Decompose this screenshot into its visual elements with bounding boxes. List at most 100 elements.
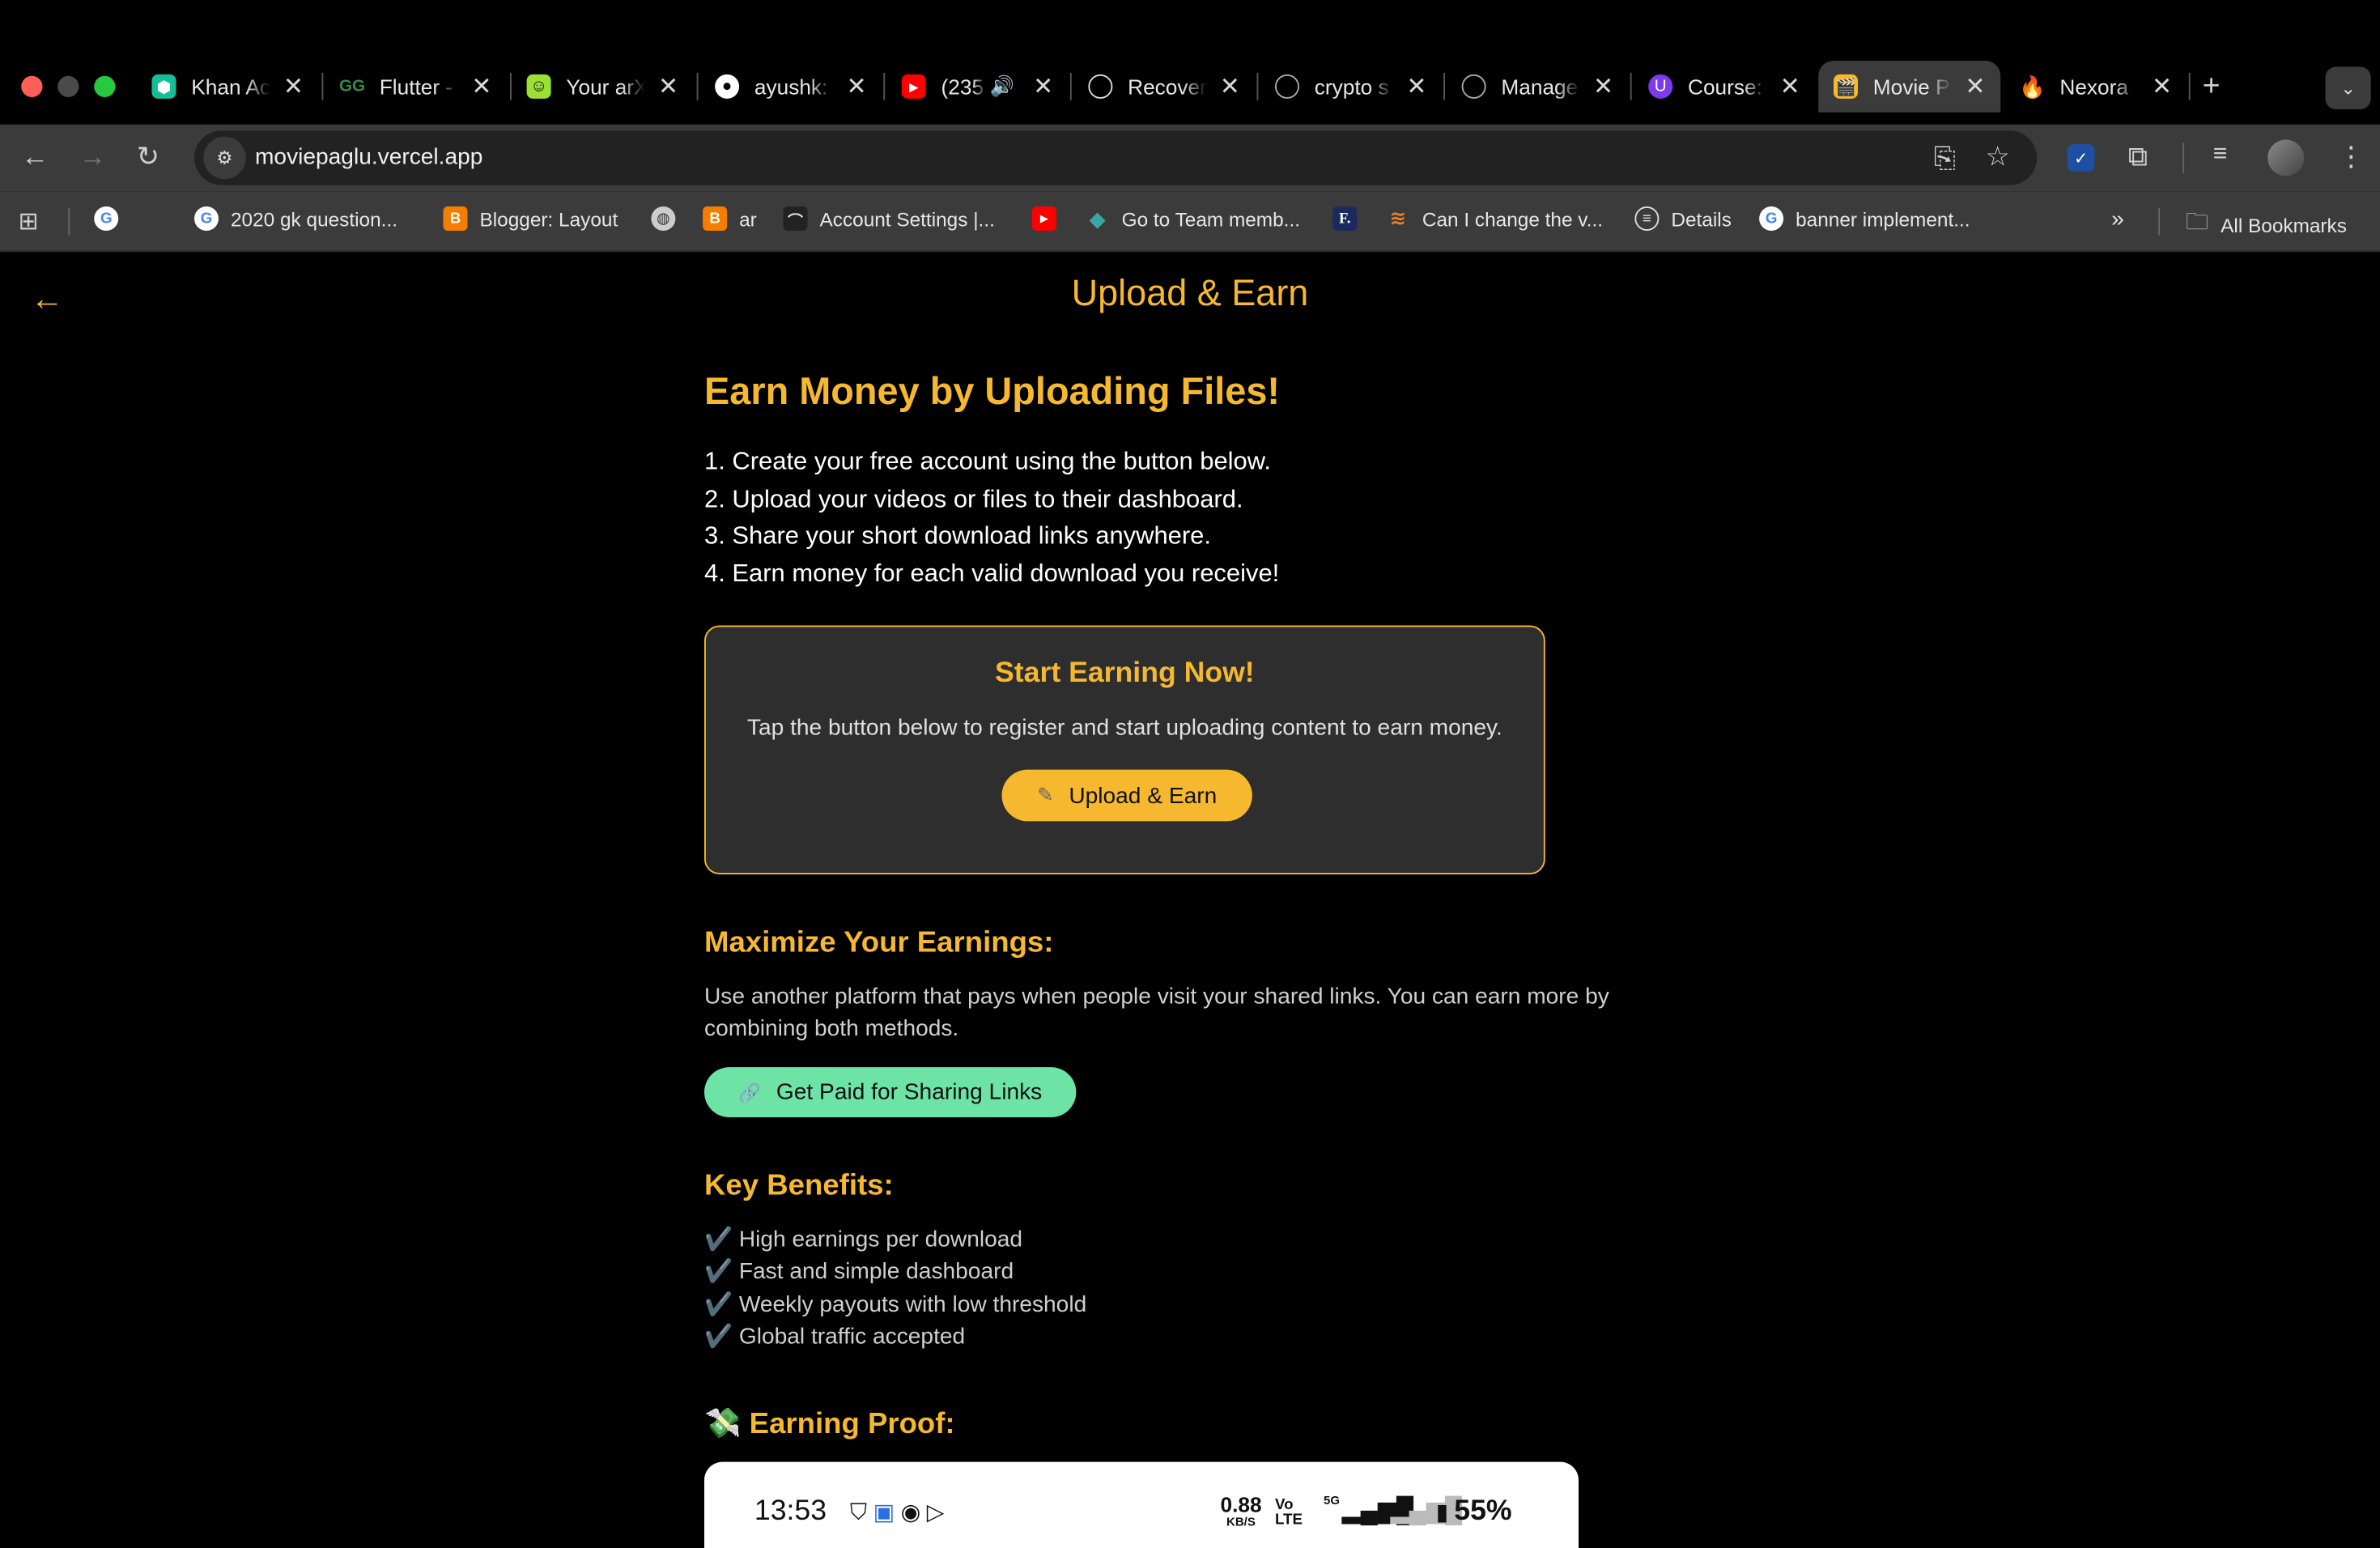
battery-icon: ▮ (1435, 1499, 1449, 1526)
close-icon[interactable]: ✕ (658, 71, 678, 102)
close-icon[interactable]: ✕ (1406, 71, 1426, 102)
bookmark-label: banner implement... (1796, 206, 1970, 231)
get-paid-links-button[interactable]: 🔗 Get Paid for Sharing Links (704, 1067, 1077, 1117)
close-icon[interactable]: ✕ (2152, 71, 2172, 102)
site-info-icon[interactable]: ⚙ (203, 136, 246, 180)
close-icon[interactable]: ✕ (846, 71, 866, 102)
bookmark-star-icon[interactable]: ☆ (1986, 142, 2010, 170)
battery-percent: 55% (1454, 1495, 1512, 1528)
maximize-window-button[interactable] (94, 75, 116, 97)
bookmark-item[interactable]: ▶ (1032, 206, 1069, 231)
diamond-icon: ◆ (1089, 206, 1106, 231)
upload-earn-label: Upload & Earn (1069, 782, 1218, 809)
status-speed-unit: KB/S (1226, 1515, 1256, 1529)
tab-5[interactable]: Recover ✕ (1088, 61, 1255, 113)
reload-icon[interactable]: ↻ (137, 142, 159, 170)
get-paid-links-label: Get Paid for Sharing Links (776, 1079, 1043, 1105)
youtube-icon: ▶ (1032, 206, 1056, 231)
close-icon[interactable]: ✕ (1780, 71, 1800, 102)
forward-icon[interactable]: → (79, 142, 107, 170)
status-network: Vo LTE (1275, 1496, 1303, 1529)
tab-2[interactable]: ☺ Your arX ✕ (526, 61, 694, 113)
play-store-icon: ▷ (926, 1499, 950, 1526)
maximize-description: Use another platform that pays when peop… (704, 984, 1609, 1042)
tab-separator (1630, 73, 1632, 100)
bookmark-label: 2020 gk question... (231, 206, 397, 231)
bookmark-divider (2158, 207, 2161, 236)
tab-8[interactable]: U Course: ✕ (1648, 61, 1815, 113)
tab-strip: ⬢ Khan Ac ✕ GG Flutter - ✕ ☺ Your arX ✕ … (0, 0, 2380, 125)
install-app-icon[interactable]: ⎘ (1934, 144, 1956, 172)
tab-3[interactable]: ● ayushk: ✕ (715, 61, 882, 113)
bookmark-item[interactable]: ◍ (651, 206, 687, 231)
tab-title: Course: (1688, 74, 1762, 99)
avatar[interactable] (2267, 139, 2305, 176)
all-bookmarks-button[interactable]: 🗀 All Bookmarks (2186, 206, 2347, 245)
start-earning-card: Start Earning Now! Tap the button below … (704, 625, 1545, 874)
bookmark-divider (68, 207, 70, 236)
close-icon[interactable]: ✕ (471, 71, 491, 102)
bookmark-item[interactable]: ≡ Details (1634, 206, 1732, 231)
speaker-icon[interactable]: 🔊 (990, 74, 1014, 99)
url-text[interactable]: moviepaglu.vercel.app (255, 144, 482, 170)
openai-icon (1461, 74, 1486, 99)
tab-7[interactable]: Manage ✕ (1461, 61, 1629, 113)
bookmark-item[interactable]: ⌒ Account Settings |... (783, 206, 995, 231)
tab-title: Your arX (566, 74, 645, 99)
bookmark-item[interactable]: G banner implement... (1759, 206, 1970, 231)
tab-active[interactable]: 🎬 Movie P ✕ (1818, 61, 2001, 113)
minimize-window-button[interactable] (57, 75, 79, 97)
address-bar[interactable]: ⚙ moviepaglu.vercel.app ⎘ ☆ (194, 130, 2038, 185)
tab-title: Recover (1128, 74, 1207, 99)
media-controls-icon[interactable]: ≡ (2213, 142, 2228, 167)
f-logo-icon: F. (1332, 206, 1358, 231)
bookmark-item[interactable]: B ar (703, 206, 757, 231)
more-bookmarks-button[interactable]: » (2111, 206, 2124, 232)
bookmark-item[interactable]: B Blogger: Layout (443, 206, 618, 231)
close-icon[interactable]: ✕ (1593, 71, 1613, 102)
bookmark-item[interactable]: ◆ Go to Team memb... (1086, 206, 1300, 231)
close-icon[interactable]: ✕ (1220, 71, 1240, 102)
pencil-icon: ✎ (1037, 783, 1054, 806)
chevron-double-right-icon: » (2111, 206, 2124, 232)
bookmark-item[interactable]: ≋ Can I change the v... (1386, 206, 1603, 231)
card-description: Tap the button below to register and sta… (746, 715, 1502, 741)
course-icon: U (1648, 74, 1673, 99)
step-item: 3. Share your short download links anywh… (704, 522, 1211, 550)
steps-list: 1. Create your free account using the bu… (704, 444, 1646, 593)
back-icon[interactable]: ← (21, 142, 49, 170)
tab-1[interactable]: GG Flutter - ✕ (339, 61, 507, 113)
apps-icon[interactable]: ⊞ (19, 206, 39, 237)
menu-icon[interactable]: ⋮ (2338, 142, 2365, 170)
tab-title: crypto s (1314, 74, 1389, 99)
upload-earn-button[interactable]: ✎ Upload & Earn (1001, 769, 1252, 822)
close-icon[interactable]: ✕ (283, 71, 304, 102)
tab-10[interactable]: 🔥 Nexora ✕ (2019, 61, 2187, 113)
openai-icon (1275, 74, 1299, 99)
tab-title: Khan Ac (191, 74, 270, 99)
tab-search-button[interactable]: ⌄ (2325, 66, 2371, 109)
stackoverflow-icon: ≋ (1389, 206, 1407, 230)
bookmark-item[interactable]: F. (1332, 206, 1369, 231)
benefit-item: ✔️ High earnings per download (704, 1227, 1023, 1252)
clapperboard-icon: 🎬 (1834, 74, 1858, 99)
bookmark-item[interactable]: G (94, 206, 130, 231)
tab-separator (2188, 73, 2191, 100)
earning-proof-image: 13:53 ⛉▣◉▷ 0.88 KB/S Vo LTE 5G ▂▄▆█ ▂▄▆█… (704, 1461, 1579, 1548)
page-content: ← Upload & Earn Earn Money by Uploading … (0, 252, 2380, 1548)
close-window-button[interactable] (21, 75, 43, 97)
extension-check-icon[interactable]: ✓ (2067, 144, 2095, 172)
card-title: Start Earning Now! (995, 657, 1255, 690)
new-tab-icon[interactable]: + (2203, 71, 2221, 102)
tab-6[interactable]: crypto s ✕ (1275, 61, 1442, 113)
extensions-icon[interactable]: ⧉ (2128, 142, 2148, 170)
bookmark-item[interactable]: G 2020 gk question... (194, 206, 397, 231)
details-icon: ≡ (1634, 206, 1660, 231)
tab-0[interactable]: ⬢ Khan Ac ✕ (151, 61, 319, 113)
tab-title: (235 (941, 74, 984, 99)
status-signal-label: 5G (1324, 1494, 1341, 1508)
close-icon[interactable]: ✕ (1965, 71, 1985, 102)
tab-4[interactable]: ▶ (235 🔊 ✕ (901, 61, 1069, 113)
close-icon[interactable]: ✕ (1033, 71, 1053, 102)
chat-icon: ▣ (873, 1499, 901, 1526)
